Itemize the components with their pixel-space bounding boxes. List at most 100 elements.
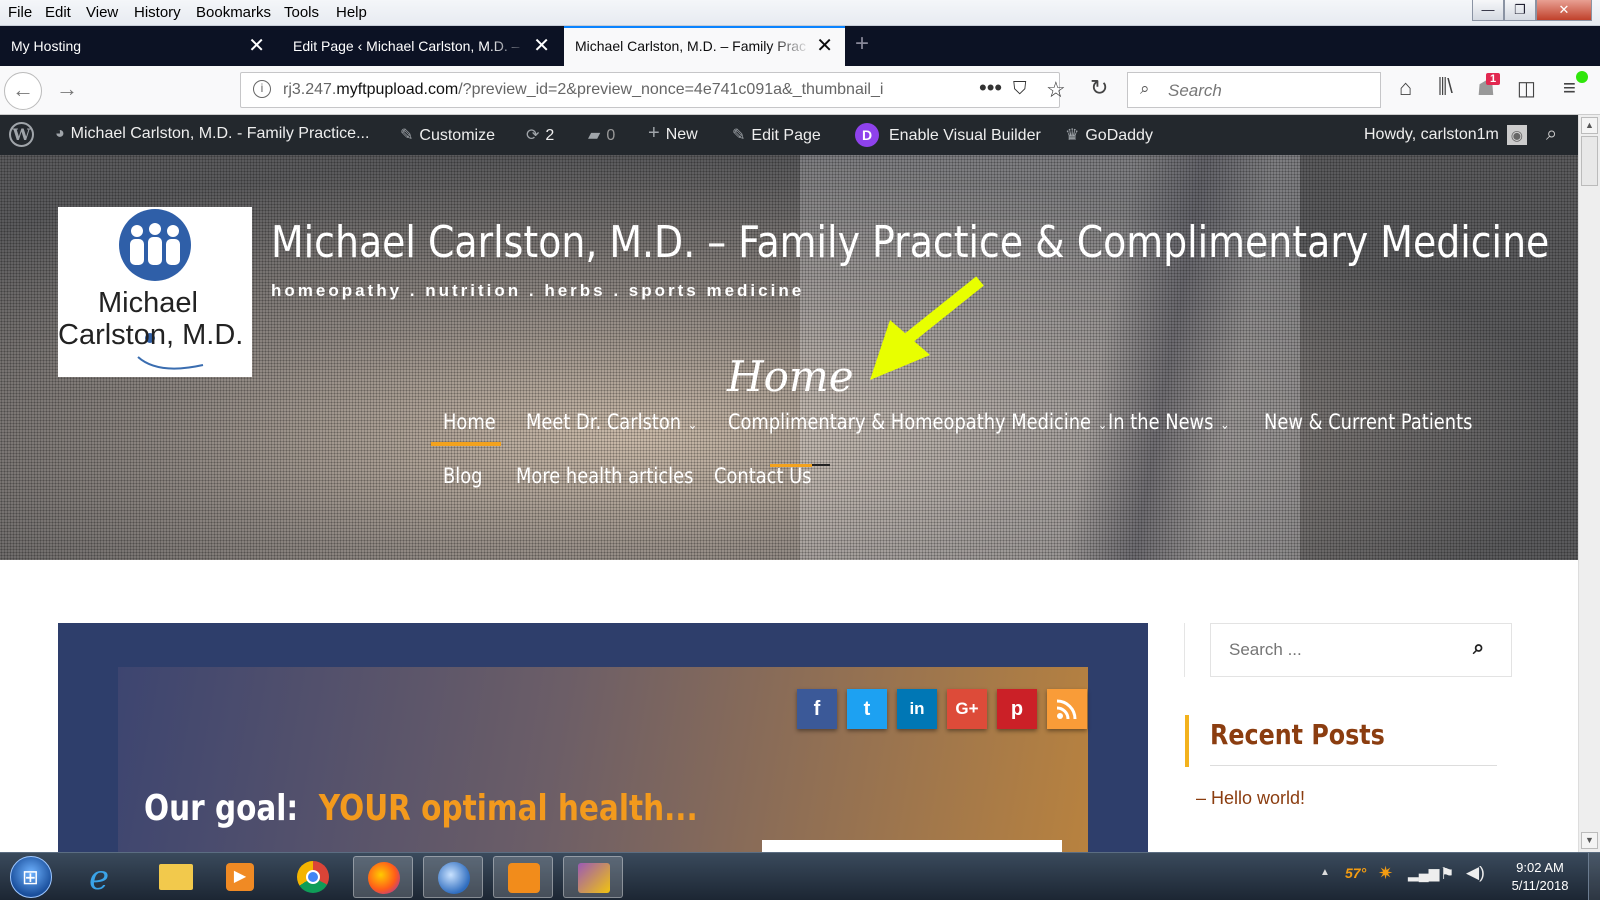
- menu-history[interactable]: History: [134, 4, 181, 21]
- close-window-button[interactable]: ✕: [1536, 0, 1592, 21]
- wp-updates[interactable]: ⟳ 2: [526, 125, 554, 145]
- taskbar-app[interactable]: [563, 856, 623, 898]
- url-bar[interactable]: i rj3.247.myftpupload.com/?preview_id=2&…: [240, 72, 1066, 108]
- nav-new-current-patients[interactable]: New & Current Patients: [1264, 410, 1472, 434]
- weather-temp[interactable]: 57°: [1345, 865, 1366, 881]
- wp-new[interactable]: + New: [648, 123, 698, 144]
- system-clock[interactable]: 9:02 AM 5/11/2018: [1500, 859, 1580, 895]
- wp-godaddy[interactable]: ♛ GoDaddy: [1065, 125, 1153, 145]
- scroll-thumb[interactable]: [1581, 136, 1598, 186]
- reload-icon[interactable]: ↻: [1090, 75, 1108, 101]
- network-icon[interactable]: ▂▄▆: [1408, 865, 1439, 882]
- nav-active-underline: [431, 442, 501, 446]
- sidebar-search-input[interactable]: [1229, 640, 1449, 660]
- logo-text-line2: Carlston, M.D.: [58, 319, 244, 351]
- close-tab-icon[interactable]: ✕: [816, 28, 833, 64]
- show-desktop-button[interactable]: [1588, 853, 1600, 900]
- pinterest-icon[interactable]: p: [997, 689, 1037, 729]
- info-icon[interactable]: i: [253, 80, 271, 98]
- new-tab-icon[interactable]: +: [855, 30, 869, 58]
- menu-view[interactable]: View: [86, 4, 118, 21]
- recent-post-item[interactable]: – Hello world!: [1196, 788, 1305, 809]
- close-tab-icon[interactable]: ✕: [248, 26, 265, 66]
- taskbar-media[interactable]: ▶: [210, 856, 270, 898]
- taskbar-explorer[interactable]: [145, 856, 205, 898]
- menu-tools[interactable]: Tools: [284, 4, 319, 21]
- taskbar-presentation[interactable]: [493, 856, 553, 898]
- chrome-center: [306, 870, 320, 884]
- wp-comments[interactable]: ▰ 0: [588, 125, 615, 145]
- recent-post-link[interactable]: Hello world!: [1211, 788, 1305, 808]
- search-icon[interactable]: ⌕: [1473, 637, 1484, 660]
- wp-search-icon[interactable]: ⌕: [1546, 123, 1557, 146]
- wordpress-logo-icon[interactable]: W: [9, 122, 34, 147]
- nav-meet-dr-carlston[interactable]: Meet Dr. Carlston ⌄: [526, 410, 697, 434]
- pocket-icon[interactable]: ⛉: [1013, 78, 1027, 99]
- page-scrollbar[interactable]: ▲ ▼: [1578, 115, 1600, 852]
- page-actions-icon[interactable]: •••: [979, 75, 1002, 101]
- menu-bookmarks[interactable]: Bookmarks: [196, 4, 271, 21]
- taskbar-firefox[interactable]: [353, 856, 413, 898]
- wp-site-name[interactable]: ◕ Michael Carlston, M.D. - Family Practic…: [55, 125, 369, 143]
- hamburger-menu-icon[interactable]: ≡: [1563, 75, 1576, 101]
- back-button[interactable]: ←: [4, 72, 42, 110]
- nav-contact-us[interactable]: Contact Us: [714, 464, 811, 488]
- wp-customize[interactable]: ✎ Customize: [400, 125, 495, 145]
- nav-label: Contact Us: [714, 464, 812, 488]
- tab-edit-page[interactable]: Edit Page ‹ Michael Carlston, M.D. – ✕: [282, 26, 562, 66]
- twitter-glyph: t: [863, 698, 871, 720]
- site-logo[interactable]: Michael Carlston, M.D.: [58, 207, 252, 377]
- menu-help[interactable]: Help: [336, 4, 367, 21]
- close-tab-icon[interactable]: ✕: [533, 26, 550, 66]
- app-tray-icon[interactable]: ✷: [1378, 863, 1393, 884]
- search-field[interactable]: ⌕ Search: [1127, 72, 1381, 108]
- facebook-icon[interactable]: f: [797, 689, 837, 729]
- home-script-annotation: Home: [727, 352, 854, 401]
- goal-label: Our goal:: [144, 788, 299, 829]
- tab-preview[interactable]: Michael Carlston, M.D. – Family Prac ✕: [564, 26, 845, 66]
- menu-edit[interactable]: Edit: [45, 4, 71, 21]
- forward-button[interactable]: →: [56, 76, 78, 102]
- nav-label: Blog: [443, 464, 483, 488]
- nav-more-health-articles[interactable]: More health articles: [516, 464, 693, 488]
- nav-home[interactable]: Home: [443, 410, 496, 434]
- wp-howdy[interactable]: Howdy, carlston1m ◉: [1364, 125, 1527, 145]
- linkedin-glyph: in: [909, 699, 925, 718]
- restore-button[interactable]: ❐: [1504, 0, 1536, 21]
- twitter-icon[interactable]: t: [847, 689, 887, 729]
- wp-site-name-label: Michael Carlston, M.D. - Family Practice…: [70, 125, 370, 142]
- taskbar-ie[interactable]: e: [75, 856, 135, 898]
- tab-bar: My Hosting ✕ Edit Page ‹ Michael Carlsto…: [0, 26, 1600, 66]
- volume-icon[interactable]: ◀): [1466, 863, 1485, 883]
- tab-label: My Hosting: [11, 38, 82, 54]
- scroll-up-arrow[interactable]: ▲: [1581, 117, 1598, 134]
- nav-blog[interactable]: Blog: [443, 464, 482, 488]
- wp-visual-builder[interactable]: D Enable Visual Builder: [855, 123, 1041, 147]
- rss-icon[interactable]: [1047, 689, 1087, 729]
- start-button[interactable]: ⊞: [10, 856, 52, 898]
- tab-my-hosting[interactable]: My Hosting ✕: [0, 26, 277, 66]
- flag-icon[interactable]: ⚑: [1440, 864, 1454, 884]
- taskbar-chrome[interactable]: [283, 856, 343, 898]
- library-icon[interactable]: ⫼\: [1438, 76, 1453, 99]
- hero-tie-shape: [1064, 155, 1276, 560]
- chevron-down-icon: ⌄: [1220, 418, 1230, 433]
- wp-edit-page[interactable]: ✎ Edit Page: [732, 125, 821, 145]
- nav-complimentary-homeopathy[interactable]: Complimentary & Homeopathy Medicine ⌄: [728, 410, 1107, 434]
- linkedin-icon[interactable]: in: [897, 689, 937, 729]
- taskbar-thunderbird[interactable]: [423, 856, 483, 898]
- recent-posts-accent: [1185, 715, 1189, 767]
- url-text[interactable]: rj3.247.myftpupload.com/?preview_id=2&pr…: [283, 81, 933, 99]
- sidebar-icon[interactable]: ◫: [1517, 76, 1536, 101]
- home-icon[interactable]: ⌂: [1399, 75, 1412, 101]
- nav-in-the-news[interactable]: In the News ⌄: [1108, 410, 1230, 434]
- google-plus-icon[interactable]: G+: [947, 689, 987, 729]
- scroll-down-arrow[interactable]: ▼: [1581, 832, 1598, 849]
- minimize-button[interactable]: —: [1472, 0, 1504, 21]
- show-hidden-icons[interactable]: ▲: [1320, 867, 1330, 878]
- firefox-icon: [368, 862, 400, 894]
- bookmark-star-icon[interactable]: ☆: [1046, 77, 1066, 103]
- site-title[interactable]: Michael Carlston, M.D. – Family Practice…: [271, 217, 1549, 268]
- menu-file[interactable]: File: [8, 4, 32, 21]
- nav-label: Complimentary & Homeopathy Medicine: [728, 410, 1092, 434]
